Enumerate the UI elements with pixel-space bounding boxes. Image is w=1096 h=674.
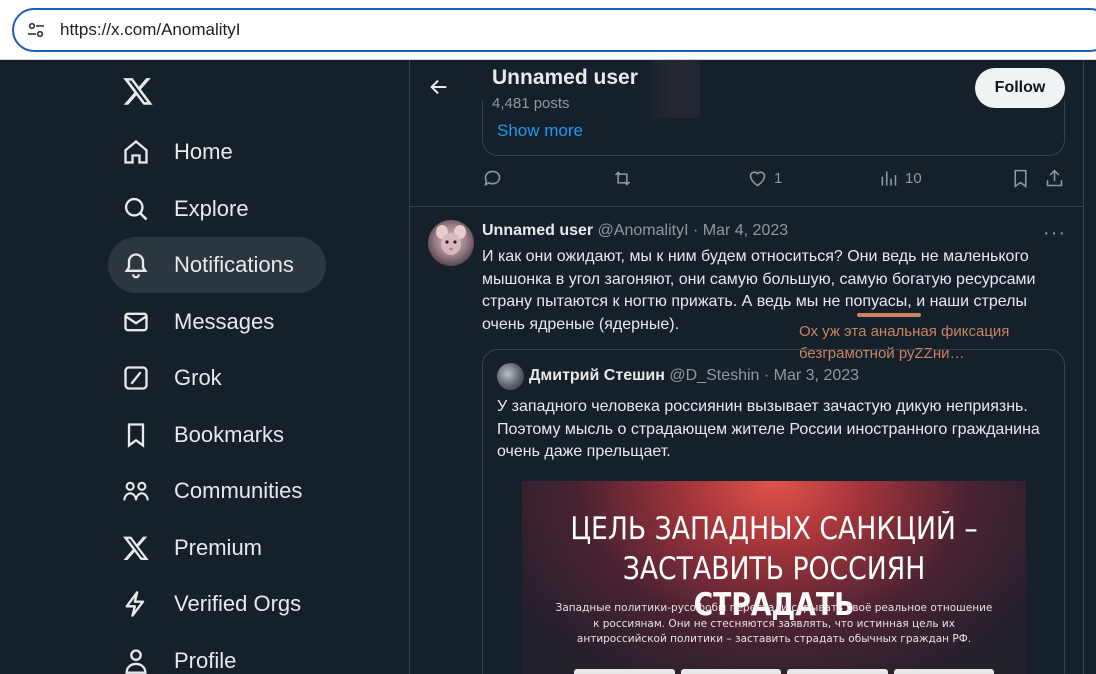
annotation-line: Ох уж эта анальная фиксация [799,323,1010,340]
bookmark-icon [1014,169,1027,188]
search-icon [124,197,148,221]
nav-verified-orgs-label: Verified Orgs [174,591,302,616]
tweet-text-highlight: попуасы [844,293,908,310]
reply-button[interactable] [482,168,503,189]
share-icon [1046,169,1063,187]
x-logo-icon[interactable] [122,75,154,107]
nav-bookmarks-label: Bookmarks [174,422,285,447]
image-caption: Западные политики-русофобы перестали скр… [555,602,993,645]
home-icon [124,139,148,164]
x-icon [123,536,149,561]
tweet-header: Unnamed user @AnomalityI · Mar 4, 2023 [482,222,788,240]
nav-notifications-label: Notifications [174,252,294,277]
nav-notifications[interactable]: Notifications [108,237,326,293]
quote-header: Дмитрий Стешин @D_Steshin · Mar 3, 2023 [529,367,859,385]
avatar[interactable] [428,220,474,266]
quote-meta: @D_Steshin · Mar 3, 2023 [669,367,860,384]
thumbnail [787,669,888,674]
nav-premium-label: Premium [174,535,263,560]
share-button[interactable] [1044,168,1065,189]
reply-icon [484,170,501,187]
nav-grok-label: Grok [174,365,222,390]
nav-profile-label: Profile [174,648,237,673]
header-name: Unnamed user [492,66,638,89]
annotation-underline [857,313,921,317]
nav-bookmarks[interactable]: Bookmarks [108,407,316,463]
sidebar-divider [409,60,410,674]
repost-button[interactable] [612,168,633,189]
grok-icon [124,366,148,390]
people-icon [123,481,149,501]
like-button[interactable]: 1 [747,168,782,189]
nav-home-label: Home [174,139,233,164]
nav-explore-label: Explore [174,196,249,221]
post-actions: 1 10 [482,168,1065,194]
quote-image[interactable]: ЦЕЛЬ ЗАПАДНЫХ САНКЦИЙ – ЗАСТАВИТЬ РОССИЯ… [522,481,1026,674]
nav-profile[interactable]: Profile [108,633,268,674]
back-arrow-icon[interactable] [428,76,450,98]
heart-icon [749,171,766,187]
quote-author-name: Дмитрий Стешин [529,367,665,384]
thumbnail [680,669,781,674]
address-bar[interactable]: https://x.com/AnomalityI [12,8,1096,52]
thumbnail [574,669,675,674]
bookmark-button[interactable] [1010,168,1031,189]
nav-explore[interactable]: Explore [108,181,281,237]
nav-messages-label: Messages [174,309,275,334]
like-count: 1 [774,170,783,187]
nav-communities-label: Communities [174,478,303,503]
nav-grok[interactable]: Grok [108,350,254,406]
url-text[interactable]: https://x.com/AnomalityI [60,20,240,40]
sidebar: Home Explore Notifications Messages Grok… [0,60,410,674]
views-count: 10 [905,170,922,187]
more-options-icon[interactable]: ··· [1043,222,1066,245]
quote-avatar [497,363,524,390]
bell-icon [124,253,148,279]
nav-communities[interactable]: Communities [108,463,334,519]
repost-icon [614,171,631,186]
envelope-icon [124,312,148,332]
person-icon [125,649,147,674]
image-headline-2-normal: ЗАСТАВИТЬ РОССИЯН [622,551,926,587]
browser-toolbar: https://x.com/AnomalityI [0,0,1096,60]
views-icon [881,171,897,186]
rat-avatar-icon [436,225,466,255]
nav-home[interactable]: Home [108,124,265,180]
views-button[interactable]: 10 [878,168,922,189]
lightning-icon [125,591,145,617]
image-thumbnails [574,669,994,674]
nav-verified-orgs[interactable]: Verified Orgs [108,576,333,632]
site-settings-icon[interactable] [26,20,46,40]
nav-premium[interactable]: Premium [108,520,294,576]
tweet-meta[interactable]: @AnomalityI · Mar 4, 2023 [598,222,789,239]
bookmark-icon [127,423,145,448]
nav-messages[interactable]: Messages [108,294,306,350]
quote-text: У западного человека россиянин вызывает … [497,398,1040,460]
image-headline-1: ЦЕЛЬ ЗАПАДНЫХ САНКЦИЙ – [570,511,978,547]
tweet-author-name[interactable]: Unnamed user [482,222,593,239]
post-divider [410,206,1083,207]
column-divider [1083,60,1084,674]
thumbnail [893,669,994,674]
show-more-link[interactable]: Show more [497,121,583,141]
